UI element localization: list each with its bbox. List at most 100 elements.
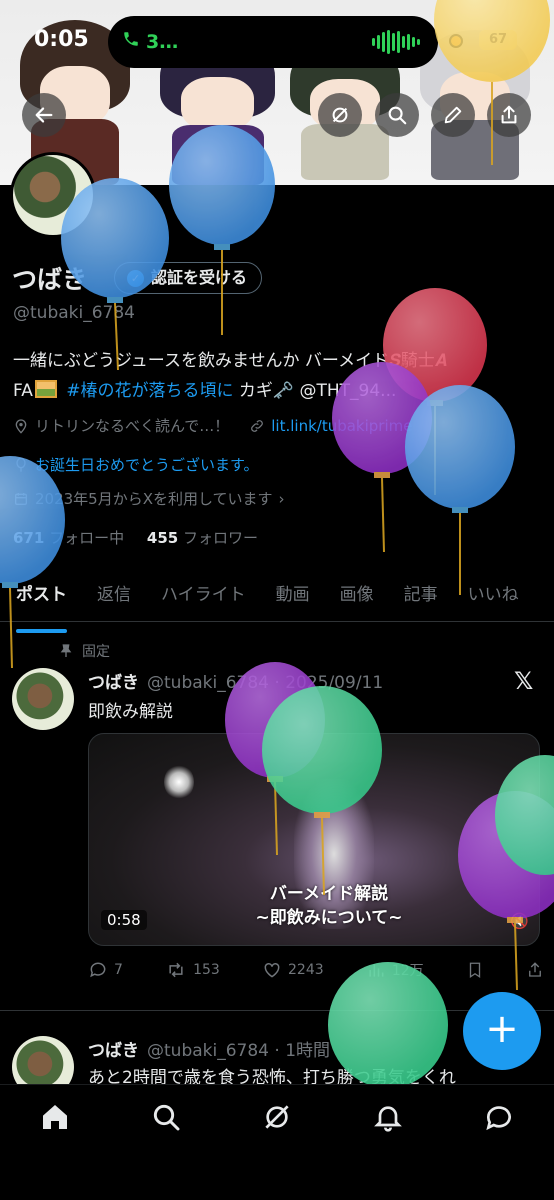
joined-row[interactable]: 2023年5月からXを利用しています › <box>13 488 285 509</box>
profile-avatar[interactable] <box>10 152 96 238</box>
joined-date: 2023年5月からXを利用しています <box>35 490 273 508</box>
arrow-left-icon <box>35 107 53 123</box>
bookmark-icon <box>469 962 480 979</box>
repost-count: 153 <box>193 962 220 978</box>
post-avatar[interactable] <box>12 668 74 730</box>
pinned-indicator: 固定 <box>58 641 110 661</box>
search-button[interactable] <box>375 93 419 137</box>
followers-link[interactable]: 455 フォロワー <box>147 529 258 547</box>
heart-icon <box>264 962 280 978</box>
profile-handle: @tubaki_6784 <box>13 303 135 323</box>
reply-button[interactable]: 7 <box>88 960 123 980</box>
reply-count: 7 <box>114 962 123 978</box>
message-bubble-icon <box>485 1106 511 1131</box>
link-icon <box>251 419 264 432</box>
get-verified-label: 認証を受ける <box>151 268 248 287</box>
views-button[interactable]: 12万 <box>366 960 424 980</box>
bar-chart-icon <box>369 964 384 977</box>
bio-text: FA <box>13 381 33 401</box>
compose-post-button[interactable]: + <box>463 992 541 1070</box>
nav-notifications[interactable] <box>366 1101 410 1145</box>
profile-meta-row: リトリンなるべく読んで…！ lit.link/tubakiprime <box>13 415 412 436</box>
video-frame-lamp <box>164 764 194 800</box>
post-author[interactable]: つばき @tubaki_6784 · 1時間 <box>88 1036 330 1061</box>
calendar-icon <box>15 492 27 505</box>
post-meta: @tubaki_6784 · 1時間 <box>147 1041 331 1061</box>
like-button[interactable]: 2243 <box>262 960 324 980</box>
bio-text: カギ🗝️ @THT_94... <box>238 381 397 401</box>
following-label: フォロー中 <box>49 529 125 547</box>
post-author[interactable]: つばき @tubaki_6784 · 2025/09/11 <box>88 668 383 693</box>
balloon-icon <box>16 457 26 472</box>
location-pin-icon <box>15 418 27 434</box>
video-caption: バーメイド解説 ~即飲みについて~ <box>239 882 419 930</box>
dynamic-island[interactable]: 3… <box>108 16 438 68</box>
audio-waveform-icon <box>372 30 420 54</box>
tab-highlights[interactable]: ハイライト <box>161 570 246 621</box>
birthday-message: お誕生日おめでとうございます。 <box>35 456 259 474</box>
mute-icon[interactable]: 🔇 <box>510 912 529 930</box>
call-indicator[interactable]: 3… <box>122 30 178 53</box>
post-video[interactable]: バーメイド解説 ~即飲みについて~ 0:58 🔇 <box>88 733 540 946</box>
profile-location: リトリンなるべく読んで…！ <box>35 417 230 435</box>
post-actions: 7 153 2243 12万 <box>88 960 544 980</box>
video-caption-line: バーメイド解説 <box>269 884 389 904</box>
tab-media[interactable]: 画像 <box>340 570 374 621</box>
chevron-right-icon: › <box>278 489 285 508</box>
birthday-row: お誕生日おめでとうございます。 <box>13 454 259 475</box>
location-indicator-icon <box>449 34 463 48</box>
pencil-icon <box>444 106 462 124</box>
tab-likes[interactable]: いいね <box>468 570 519 621</box>
profile-name: つばき <box>12 265 88 294</box>
post-author-name: つばき <box>88 1041 139 1061</box>
bell-icon <box>373 1106 402 1132</box>
followers-label: フォロワー <box>182 529 258 547</box>
balloon <box>405 385 515 595</box>
plus-icon: + <box>485 1006 519 1052</box>
framed-picture-emoji-icon <box>34 380 57 398</box>
like-count: 2243 <box>288 962 324 978</box>
bottom-navigation <box>0 1084 554 1200</box>
nav-messages[interactable] <box>477 1101 521 1145</box>
nav-grok[interactable] <box>255 1101 299 1145</box>
tab-posts[interactable]: ポスト <box>16 570 67 633</box>
nav-home[interactable] <box>33 1101 77 1145</box>
share-icon <box>529 962 541 977</box>
search-icon <box>154 1104 180 1131</box>
bio-hashtag-link[interactable]: #椿の花が落ちる頃に <box>66 381 233 401</box>
post-author-name: つばき <box>88 673 139 693</box>
call-label: 3… <box>146 30 179 53</box>
reply-icon <box>90 962 106 978</box>
share-post-button[interactable] <box>526 960 544 980</box>
status-time: 0:05 <box>34 27 89 52</box>
tab-replies[interactable]: 返信 <box>97 570 131 621</box>
phone-icon <box>122 30 140 53</box>
repost-icon <box>169 962 183 978</box>
edit-button[interactable] <box>431 93 475 137</box>
repost-button[interactable]: 153 <box>165 960 220 980</box>
profile-link[interactable]: lit.link/tubakiprime <box>271 417 412 435</box>
grok-button[interactable] <box>318 93 362 137</box>
post-text: 即飲み解説 <box>88 702 173 722</box>
home-icon <box>43 1105 68 1129</box>
share-button[interactable] <box>487 93 531 137</box>
bio-text: 一緒にぶどうジュースを飲みませんか バーメイド𝑺騎士𝑨 <box>13 351 447 371</box>
grok-icon <box>332 107 348 123</box>
tab-videos[interactable]: 動画 <box>276 570 310 621</box>
video-duration: 0:58 <box>101 910 147 930</box>
pin-icon <box>60 644 72 657</box>
bookmark-button[interactable] <box>466 960 484 980</box>
x-logo-icon: 𝕏 <box>514 667 534 695</box>
tab-articles[interactable]: 記事 <box>404 570 438 621</box>
video-caption-line: ~即飲みについて~ <box>255 908 403 928</box>
profile-bio: 一緒にぶどうジュースを飲みませんか バーメイド𝑺騎士𝑨 FA #椿の花が落ちる頃… <box>13 346 543 406</box>
verified-badge-icon: ✓ <box>127 270 144 287</box>
profile-tabs: ポスト 返信 ハイライト 動画 画像 記事 いいね <box>0 570 554 633</box>
get-verified-button[interactable]: ✓ 認証を受ける <box>114 262 263 294</box>
following-link[interactable]: 671 フォロー中 <box>13 529 124 547</box>
pinned-label: 固定 <box>82 644 110 660</box>
share-icon <box>501 105 517 124</box>
back-button[interactable] <box>22 93 66 137</box>
nav-search[interactable] <box>144 1101 188 1145</box>
view-count: 12万 <box>391 963 424 979</box>
